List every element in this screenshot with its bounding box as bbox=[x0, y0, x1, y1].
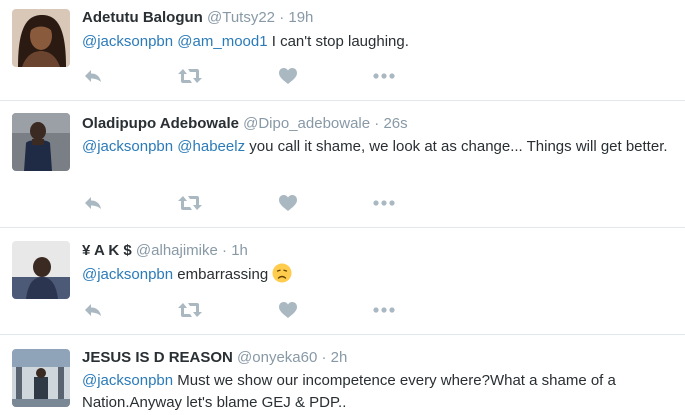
disappointed-face-icon bbox=[272, 263, 292, 283]
like-icon[interactable] bbox=[278, 66, 298, 86]
like-icon[interactable] bbox=[278, 193, 298, 213]
username[interactable]: @Dipo_adebowale bbox=[243, 115, 370, 132]
avatar[interactable] bbox=[12, 241, 70, 299]
tweet-actions bbox=[82, 193, 402, 213]
tweet-actions bbox=[82, 300, 402, 320]
more-icon[interactable] bbox=[372, 66, 396, 86]
retweet-icon[interactable] bbox=[177, 300, 203, 320]
reply-icon[interactable] bbox=[82, 66, 104, 86]
reply-icon[interactable] bbox=[82, 193, 104, 213]
username[interactable]: @alhajimike bbox=[136, 242, 218, 259]
display-name[interactable]: Oladipupo Adebowale bbox=[82, 115, 239, 132]
retweet-icon[interactable] bbox=[177, 193, 203, 213]
display-name[interactable]: Adetutu Balogun bbox=[82, 9, 203, 26]
tweet-header: Adetutu Balogun @Tutsy22 · 19h bbox=[82, 8, 313, 28]
tweet-actions bbox=[82, 66, 402, 86]
tweet-header: JESUS IS D REASON @onyeka60 · 2h bbox=[82, 348, 347, 368]
tweet[interactable]: JESUS IS D REASON @onyeka60 · 2h @jackso… bbox=[0, 335, 685, 415]
username[interactable]: @Tutsy22 bbox=[207, 9, 275, 26]
avatar[interactable] bbox=[12, 9, 70, 67]
tweet-text: @jacksonpbn @am_mood1 I can't stop laugh… bbox=[82, 31, 677, 53]
tweet[interactable]: Adetutu Balogun @Tutsy22 · 19h @jacksonp… bbox=[0, 0, 685, 100]
tweet-header: ¥ A K $ @alhajimike · 1h bbox=[82, 241, 248, 261]
timestamp[interactable]: 19h bbox=[288, 9, 313, 26]
timestamp[interactable]: 2h bbox=[331, 349, 348, 366]
more-icon[interactable] bbox=[372, 300, 396, 320]
like-icon[interactable] bbox=[278, 300, 298, 320]
reply-icon[interactable] bbox=[82, 300, 104, 320]
separator: · bbox=[321, 349, 327, 366]
tweet-body: embarrassing bbox=[177, 266, 269, 283]
separator: · bbox=[279, 9, 285, 26]
separator: · bbox=[222, 242, 228, 259]
tweet-text: @jacksonpbn Must we show our incompetenc… bbox=[82, 370, 677, 414]
tweet-text: @jacksonpbn @habeelz you call it shame, … bbox=[82, 136, 677, 158]
timestamp[interactable]: 1h bbox=[231, 242, 248, 259]
mention-link[interactable]: @habeelz bbox=[177, 138, 245, 155]
mention-link[interactable]: @jacksonpbn bbox=[82, 138, 173, 155]
tweet[interactable]: ¥ A K $ @alhajimike · 1h @jacksonpbn emb… bbox=[0, 228, 685, 334]
tweet-body: I can't stop laughing. bbox=[271, 33, 409, 50]
retweet-icon[interactable] bbox=[177, 66, 203, 86]
mention-link[interactable]: @jacksonpbn bbox=[82, 372, 173, 389]
more-icon[interactable] bbox=[372, 193, 396, 213]
mention-link[interactable]: @jacksonpbn bbox=[82, 33, 173, 50]
avatar[interactable] bbox=[12, 349, 70, 407]
separator: · bbox=[374, 115, 380, 132]
display-name[interactable]: JESUS IS D REASON bbox=[82, 349, 233, 366]
avatar[interactable] bbox=[12, 113, 70, 171]
username[interactable]: @onyeka60 bbox=[237, 349, 317, 366]
display-name[interactable]: ¥ A K $ bbox=[82, 242, 132, 259]
tweet-text: @jacksonpbn embarrassing bbox=[82, 263, 677, 286]
tweet-header: Oladipupo Adebowale @Dipo_adebowale · 26… bbox=[82, 114, 408, 134]
mention-link[interactable]: @am_mood1 bbox=[177, 33, 267, 50]
mention-link[interactable]: @jacksonpbn bbox=[82, 266, 173, 283]
tweet-body: you call it shame, we look at as change.… bbox=[249, 138, 668, 155]
timestamp[interactable]: 26s bbox=[383, 115, 407, 132]
tweet[interactable]: Oladipupo Adebowale @Dipo_adebowale · 26… bbox=[0, 101, 685, 227]
